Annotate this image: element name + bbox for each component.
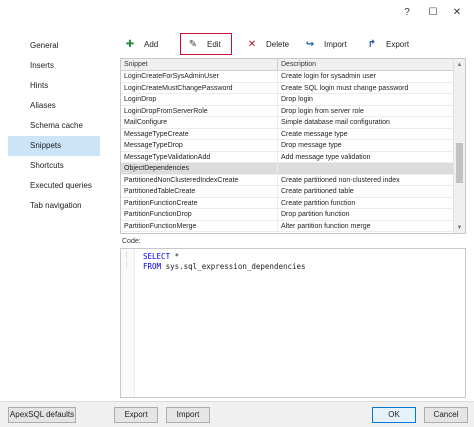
import-settings-button[interactable]: Import: [166, 407, 210, 423]
snippet-description-cell: Alter partition function merge: [281, 222, 371, 230]
snippet-description-cell: Add message type validation: [281, 153, 371, 161]
snippet-name-cell: LoginCreateForSysAdminUser: [121, 71, 278, 82]
snippet-description-cell: Drop login from server role: [281, 107, 364, 115]
table-row[interactable]: PartitionFunctionDrop Drop partition func…: [121, 209, 455, 221]
table-row[interactable]: LoginCreateForSysAdminUser Create login f…: [121, 71, 455, 83]
snippet-toolbar: ✚ Add ✎ Edit ✕ Delete ↪ Import ↱ Export: [118, 33, 468, 55]
sidebar-item-executed-queries[interactable]: Executed queries: [8, 176, 100, 196]
import-label: Import: [324, 39, 347, 49]
snippet-description-cell: Create partitioned non-clustered index: [281, 176, 400, 184]
apexsql-defaults-button[interactable]: ApexSQL defaults: [8, 407, 76, 423]
sidebar-item-aliases[interactable]: Aliases: [8, 96, 100, 116]
close-icon[interactable]: ✕: [448, 4, 466, 20]
edit-button[interactable]: ✎ Edit: [180, 33, 232, 55]
snippet-name-cell: PartitionFunctionCreate: [121, 197, 278, 209]
sidebar-item-inserts[interactable]: Inserts: [8, 56, 100, 76]
sidebar-item-tab-navigation[interactable]: Tab navigation: [8, 196, 100, 216]
table-row[interactable]: MessageTypeDrop Drop message type: [121, 140, 455, 152]
snippet-name-cell: PartitionedTableCreate: [121, 186, 278, 197]
code-keyword-from: FROM: [143, 261, 162, 271]
cancel-button[interactable]: Cancel: [424, 407, 468, 423]
code-line1-rest: *: [170, 252, 180, 261]
fold-marker-icon: ┊: [125, 262, 129, 268]
snippet-name-cell: MessageTypeDrop: [121, 140, 278, 151]
snippet-description-cell: Create message type: [281, 130, 348, 138]
pencil-icon: ✎: [188, 38, 198, 50]
plus-icon: ✚: [125, 38, 135, 50]
dialog-footer: ApexSQL defaults Export Import OK Cancel: [0, 401, 474, 427]
table-row[interactable]: ObjectDependencies: [121, 163, 455, 175]
delete-button[interactable]: ✕ Delete: [246, 33, 289, 55]
snippet-description-cell: Create SQL login must change password: [281, 84, 409, 92]
table-row[interactable]: PartitionFunctionMerge Alter partition fu…: [121, 220, 455, 232]
help-icon[interactable]: ?: [398, 4, 416, 20]
ok-button[interactable]: OK: [372, 407, 416, 423]
sidebar-item-snippets[interactable]: Snippets: [8, 136, 100, 156]
snippet-name-cell: PartitionFunctionMerge: [121, 220, 278, 232]
snippet-description-cell: Create partition function: [281, 199, 356, 207]
table-row[interactable]: MessageTypeCreate Create message type: [121, 128, 455, 140]
fold-marker-icon: ┊: [125, 253, 129, 259]
export-icon: ↱: [367, 38, 377, 50]
export-button[interactable]: ↱ Export: [366, 33, 409, 55]
sidebar: General Inserts Hints Aliases Schema cache Sn…: [8, 36, 100, 216]
delete-icon: ✕: [247, 38, 257, 50]
snippet-description-cell: [278, 163, 455, 174]
table-row[interactable]: LoginDrop Drop login: [121, 94, 455, 106]
sidebar-item-schema-cache[interactable]: Schema cache: [8, 116, 100, 136]
title-bar: ? ☐ ✕: [0, 0, 474, 26]
table-row[interactable]: MessageTypeValidationAdd Add message type…: [121, 151, 455, 163]
maximize-icon[interactable]: ☐: [424, 4, 442, 20]
snippet-name-cell: MessageTypeValidationAdd: [121, 151, 278, 163]
export-label: Export: [386, 39, 410, 49]
export-settings-button[interactable]: Export: [114, 407, 158, 423]
snippet-description-cell: Drop partition function: [281, 211, 350, 218]
snippet-name-cell: MailConfigure: [121, 117, 278, 128]
snippet-description-cell: Simple database mail configuration: [281, 119, 390, 126]
snippet-name-cell: ObjectDependencies: [121, 163, 278, 174]
sidebar-item-hints[interactable]: Hints: [8, 76, 100, 96]
snippet-name-cell: PartitionedNonClusteredIndexCreate: [121, 174, 278, 186]
sidebar-item-shortcuts[interactable]: Shortcuts: [8, 156, 100, 176]
table-row[interactable]: LoginDropFromServerRole Drop login from s…: [121, 105, 455, 117]
snippet-name-cell: LoginDropFromServerRole: [121, 105, 278, 117]
table-row[interactable]: MailConfigure Simple database mail config…: [121, 117, 455, 129]
snippet-name-cell: LoginDrop: [121, 94, 278, 105]
column-header-description[interactable]: Description: [278, 59, 455, 71]
code-text[interactable]: SELECT * FROM sys.sql_expression_depende…: [143, 252, 306, 271]
grid-header: Snippet Description: [121, 59, 455, 71]
table-row[interactable]: PartitionedTableCreate Create partitioned…: [121, 186, 455, 198]
snippet-name-cell: LoginCreateMustChangePassword: [121, 82, 278, 94]
column-header-snippet[interactable]: Snippet: [121, 59, 278, 71]
code-keyword-select: SELECT: [143, 252, 171, 261]
code-label: Code:: [122, 238, 141, 245]
table-row[interactable]: PartitionFunctionCreate Create partition …: [121, 197, 455, 209]
import-icon: ↪: [305, 38, 315, 50]
table-row[interactable]: PartitionedNonClusteredIndexCreate Create…: [121, 174, 455, 186]
code-gutter: ┊ ┊: [121, 249, 135, 397]
snippet-description-cell: Drop login: [281, 96, 313, 103]
snippet-description-cell: Create partitioned table: [281, 188, 354, 195]
grid-scrollbar[interactable]: ▲ ▼: [453, 59, 465, 233]
snippets-grid[interactable]: Snippet Description LoginCreateForSysAdm…: [120, 58, 466, 234]
add-label: Add: [144, 39, 159, 49]
scroll-up-icon[interactable]: ▲: [454, 59, 465, 70]
scroll-down-icon[interactable]: ▼: [454, 222, 465, 233]
snippet-name-cell: MessageTypeCreate: [121, 128, 278, 140]
code-editor[interactable]: ┊ ┊ SELECT * FROM sys.sql_expression_dep…: [120, 248, 466, 398]
add-button[interactable]: ✚ Add: [124, 33, 158, 55]
snippet-description-cell: Create login for sysadmin user: [281, 73, 376, 80]
scrollbar-thumb[interactable]: [456, 143, 463, 183]
snippet-description-cell: Drop message type: [281, 142, 342, 149]
edit-label: Edit: [207, 39, 221, 49]
code-line2-rest: sys.sql_expression_dependencies: [161, 261, 306, 271]
delete-label: Delete: [266, 39, 290, 49]
import-button[interactable]: ↪ Import: [304, 33, 347, 55]
grid-body: LoginCreateForSysAdminUser Create login f…: [121, 71, 455, 232]
snippet-name-cell: PartitionFunctionDrop: [121, 209, 278, 220]
table-row[interactable]: LoginCreateMustChangePassword Create SQL …: [121, 82, 455, 94]
sidebar-item-general[interactable]: General: [8, 36, 100, 56]
